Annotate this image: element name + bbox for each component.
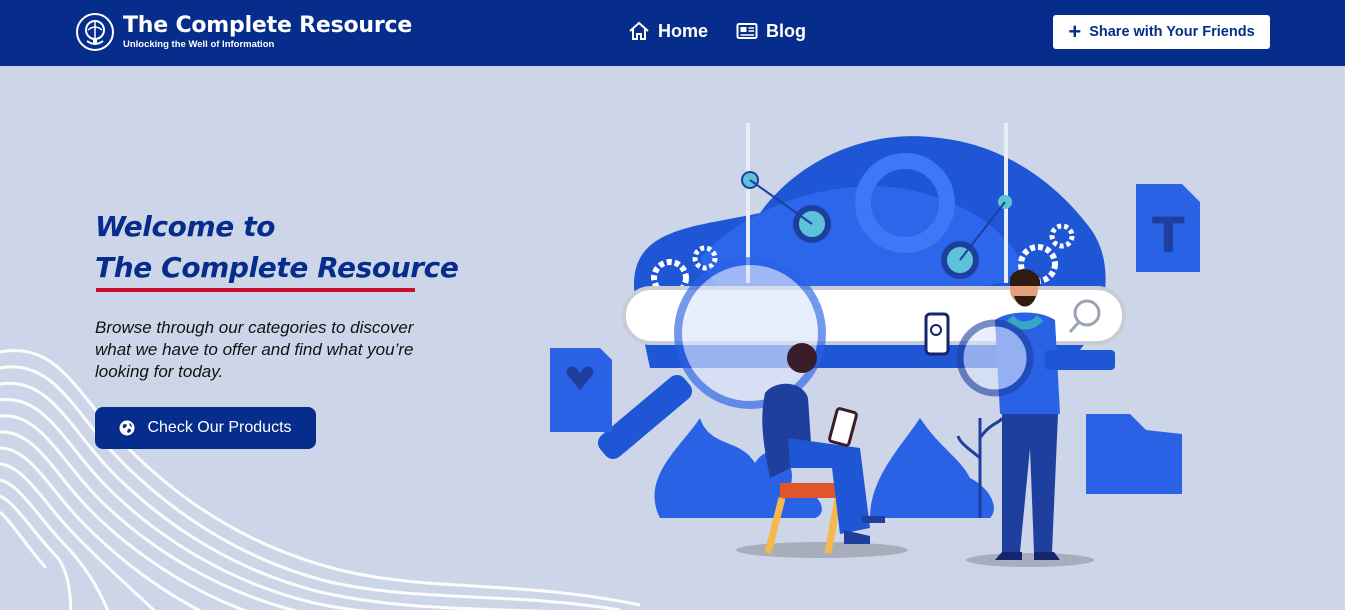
brand-link[interactable]: The Complete Resource Unlocking the Well… (75, 12, 412, 52)
globe-icon (119, 420, 135, 436)
share-button[interactable]: + Share with Your Friends (1053, 15, 1270, 49)
nav-home[interactable]: Home (628, 18, 708, 44)
nav-blog[interactable]: Blog (736, 18, 806, 44)
svg-text:T: T (1152, 208, 1185, 264)
nav-blog-label: Blog (766, 20, 807, 41)
nav-home-label: Home (658, 20, 709, 41)
main-nav: Home Blog (628, 18, 806, 44)
hero-title-line1: Welcome to (95, 210, 276, 243)
check-products-label: Check Our Products (147, 419, 292, 436)
hero-title-line2: The Complete Resource (95, 251, 459, 284)
brand-tagline: Unlocking the Well of Information (123, 39, 275, 50)
plus-icon: + (1068, 19, 1082, 44)
title-underline (96, 288, 415, 292)
check-products-button[interactable]: Check Our Products (95, 407, 316, 449)
brand-title: The Complete Resource (123, 13, 413, 38)
hero-title: Welcome to The Complete Resource (95, 206, 459, 288)
share-button-label: Share with Your Friends (1089, 24, 1255, 40)
globe-logo-icon (76, 13, 114, 51)
site-header: The Complete Resource Unlocking the Well… (0, 0, 1345, 66)
hero-illustration: T (550, 123, 1200, 567)
hero-description: Browse through our categories to discove… (95, 318, 414, 381)
newspaper-icon (736, 23, 758, 39)
home-icon (629, 21, 649, 40)
